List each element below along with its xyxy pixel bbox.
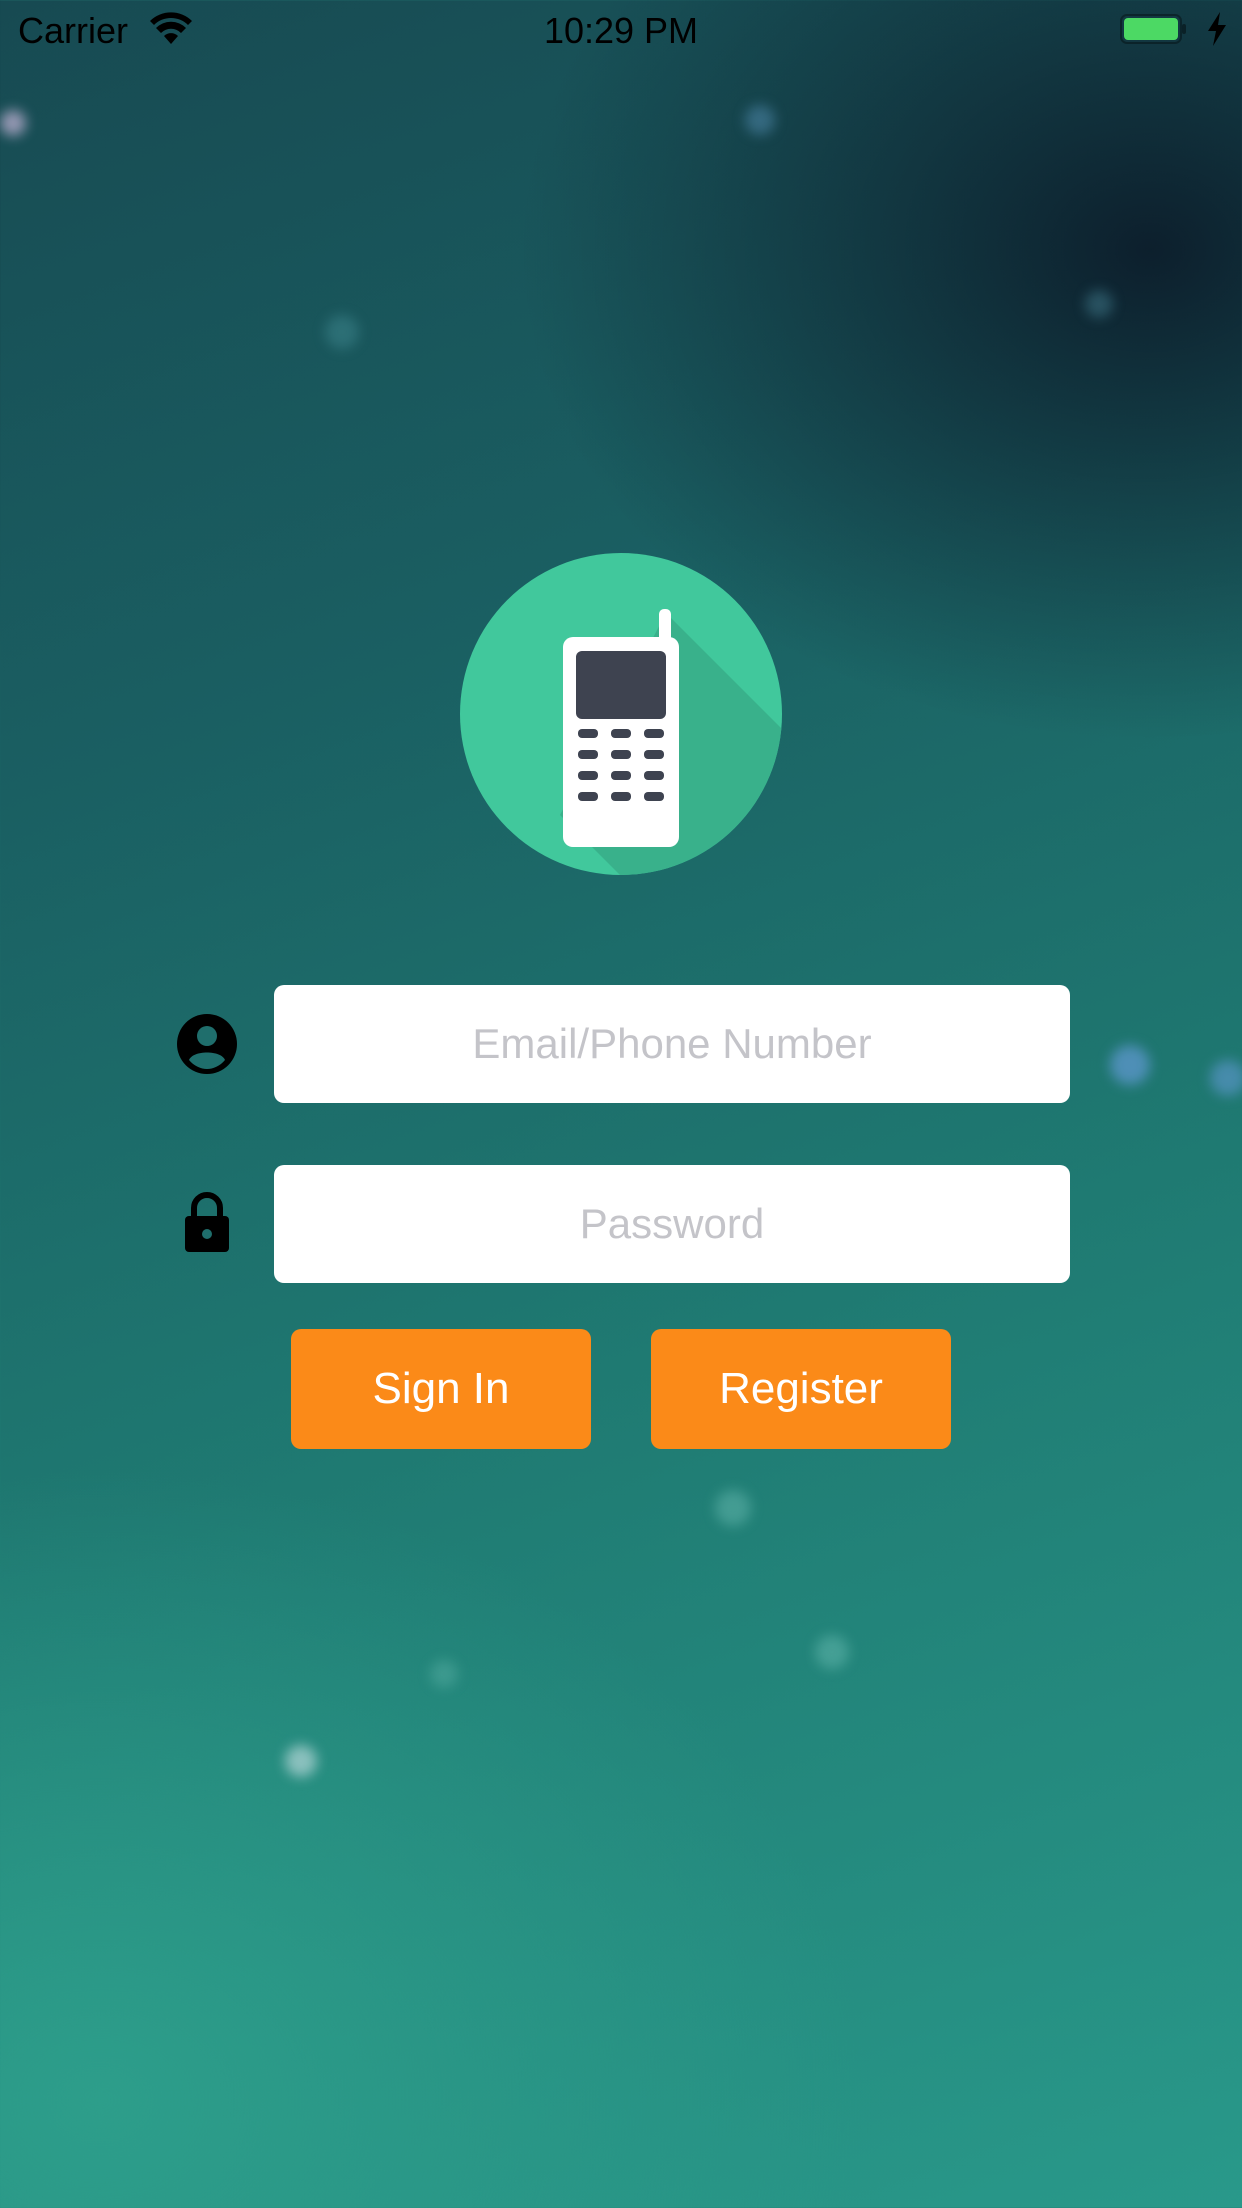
user-icon: [177, 1014, 237, 1074]
background-bokeh: [715, 1490, 751, 1526]
sign-in-button[interactable]: Sign In: [291, 1329, 591, 1449]
register-button[interactable]: Register: [651, 1329, 951, 1449]
background-bokeh: [325, 315, 359, 349]
background-bokeh: [745, 105, 775, 135]
background-bokeh: [1085, 290, 1113, 318]
background-bokeh: [1110, 1045, 1150, 1085]
status-time: 10:29 PM: [543, 10, 699, 51]
status-bar: Carrier 10:29 PM: [0, 0, 1242, 60]
battery-icon: [1120, 14, 1186, 44]
background-bokeh: [1210, 1060, 1242, 1096]
background-bokeh: [815, 1635, 849, 1669]
mobile-phone-icon: [460, 553, 782, 875]
background-bokeh: [285, 1745, 317, 1777]
lock-icon: [185, 1192, 229, 1252]
email-phone-input[interactable]: [274, 985, 1070, 1103]
charging-icon: [1208, 12, 1226, 46]
background-bokeh: [0, 110, 26, 136]
password-input[interactable]: [274, 1165, 1070, 1283]
background-bokeh: [430, 1660, 458, 1688]
